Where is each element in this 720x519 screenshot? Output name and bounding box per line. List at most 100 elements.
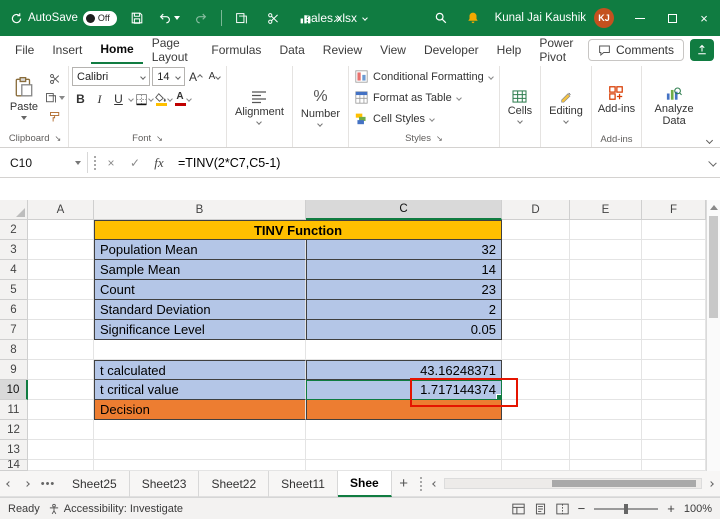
styles-dialog-launcher[interactable]: ↘ bbox=[436, 134, 443, 143]
close-button[interactable]: × bbox=[688, 0, 720, 36]
increase-font-button[interactable]: A bbox=[187, 68, 204, 86]
sheet-tab-sheet23[interactable]: Sheet23 bbox=[130, 471, 200, 497]
quick-access-copy-button[interactable] bbox=[230, 5, 254, 31]
zoom-out-button[interactable]: − bbox=[578, 501, 586, 516]
cancel-entry-button[interactable]: × bbox=[102, 156, 120, 170]
zoom-level[interactable]: 100% bbox=[684, 503, 712, 515]
empty-cell[interactable] bbox=[502, 240, 570, 260]
new-sheet-button[interactable]: + bbox=[392, 471, 416, 497]
menu-tab-developer[interactable]: Developer bbox=[415, 36, 488, 64]
scroll-left-button[interactable] bbox=[428, 482, 442, 486]
empty-cell[interactable] bbox=[502, 460, 570, 471]
column-header-c[interactable]: C bbox=[306, 200, 502, 220]
menu-tab-formulas[interactable]: Formulas bbox=[202, 36, 270, 64]
empty-cell[interactable] bbox=[642, 440, 706, 460]
empty-cell[interactable] bbox=[642, 300, 706, 320]
empty-cell[interactable] bbox=[642, 320, 706, 340]
row-header-13[interactable]: 13 bbox=[0, 440, 28, 460]
empty-cell[interactable] bbox=[502, 280, 570, 300]
column-header-b[interactable]: B bbox=[94, 200, 306, 220]
autosave-toggle[interactable]: AutoSave Off bbox=[10, 11, 117, 26]
bold-button[interactable]: B bbox=[72, 90, 89, 108]
column-header-f[interactable]: F bbox=[642, 200, 706, 220]
row-header-9[interactable]: 9 bbox=[0, 360, 28, 380]
cell-C8[interactable] bbox=[306, 340, 502, 360]
row-header-10[interactable]: 10 bbox=[0, 380, 28, 400]
empty-cell[interactable] bbox=[570, 340, 642, 360]
scroll-up-button[interactable] bbox=[707, 200, 720, 214]
maximize-button[interactable] bbox=[656, 0, 688, 36]
more-sheets-button[interactable]: ••• bbox=[36, 478, 60, 490]
font-name-select[interactable]: Calibri bbox=[72, 67, 150, 86]
cell-C5[interactable]: 23 bbox=[306, 280, 502, 300]
empty-cell[interactable] bbox=[28, 380, 94, 400]
conditional-formatting-button[interactable]: Conditional Formatting bbox=[352, 67, 496, 86]
column-header-a[interactable]: A bbox=[28, 200, 94, 220]
insert-function-button[interactable]: fx bbox=[150, 155, 168, 171]
cell-B6[interactable]: Standard Deviation bbox=[94, 300, 306, 320]
row-header-14[interactable]: 14 bbox=[0, 460, 28, 471]
cell-B7[interactable]: Significance Level bbox=[94, 320, 306, 340]
empty-cell[interactable] bbox=[306, 420, 502, 440]
menu-tab-power-pivot[interactable]: Power Pivot bbox=[530, 36, 588, 64]
cell-styles-button[interactable]: Cell Styles bbox=[352, 109, 496, 128]
cell-C6[interactable]: 2 bbox=[306, 300, 502, 320]
fill-color-button[interactable] bbox=[155, 90, 172, 108]
empty-cell[interactable] bbox=[502, 340, 570, 360]
decrease-font-button[interactable]: A bbox=[206, 68, 223, 86]
empty-cell[interactable] bbox=[28, 300, 94, 320]
horizontal-scroll-track[interactable] bbox=[444, 478, 702, 489]
empty-cell[interactable] bbox=[502, 380, 570, 400]
row-header-11[interactable]: 11 bbox=[0, 400, 28, 420]
empty-cell[interactable] bbox=[502, 400, 570, 420]
redo-button[interactable] bbox=[189, 5, 213, 31]
cell-C11[interactable] bbox=[306, 400, 502, 420]
cell-C3[interactable]: 32 bbox=[306, 240, 502, 260]
number-format-button[interactable]: % Number bbox=[296, 67, 345, 146]
avatar[interactable]: KJ bbox=[594, 8, 614, 28]
save-button[interactable] bbox=[125, 5, 149, 31]
empty-cell[interactable] bbox=[306, 460, 502, 471]
row-header-6[interactable]: 6 bbox=[0, 300, 28, 320]
cell-B11[interactable]: Decision bbox=[94, 400, 306, 420]
cell-B5[interactable]: Count bbox=[94, 280, 306, 300]
tab-area-resize-handle[interactable] bbox=[420, 477, 422, 491]
page-layout-view-icon[interactable] bbox=[534, 503, 547, 515]
analyze-data-button[interactable]: Analyze Data bbox=[645, 67, 703, 146]
horizontal-scroll-thumb[interactable] bbox=[552, 480, 696, 487]
undo-button[interactable] bbox=[157, 5, 181, 31]
borders-button[interactable] bbox=[135, 90, 153, 108]
paste-button[interactable]: Paste bbox=[5, 67, 43, 129]
underline-dropdown-icon[interactable] bbox=[128, 96, 134, 102]
alignment-button[interactable]: Alignment bbox=[230, 67, 289, 146]
empty-cell[interactable] bbox=[502, 420, 570, 440]
notification-button[interactable] bbox=[457, 0, 489, 36]
quick-access-cut-button[interactable] bbox=[262, 5, 286, 31]
cell-C4[interactable]: 14 bbox=[306, 260, 502, 280]
font-dialog-launcher[interactable]: ↘ bbox=[156, 134, 163, 143]
empty-cell[interactable] bbox=[642, 240, 706, 260]
search-button[interactable] bbox=[425, 0, 457, 36]
empty-cell[interactable] bbox=[28, 420, 94, 440]
empty-cell[interactable] bbox=[642, 280, 706, 300]
zoom-in-button[interactable]: + bbox=[667, 501, 675, 516]
empty-cell[interactable] bbox=[570, 260, 642, 280]
empty-cell[interactable] bbox=[570, 220, 642, 240]
font-color-button[interactable]: A bbox=[174, 90, 191, 108]
empty-cell[interactable] bbox=[570, 360, 642, 380]
column-header-d[interactable]: D bbox=[502, 200, 570, 220]
empty-cell[interactable] bbox=[28, 400, 94, 420]
vertical-scrollbar[interactable] bbox=[706, 200, 720, 471]
empty-cell[interactable] bbox=[642, 260, 706, 280]
cells-button[interactable]: Cells bbox=[503, 67, 537, 146]
cut-button[interactable] bbox=[45, 70, 65, 88]
menu-tab-view[interactable]: View bbox=[371, 36, 415, 64]
name-box[interactable]: C10 bbox=[4, 152, 88, 173]
italic-button[interactable]: I bbox=[91, 90, 108, 108]
vertical-scroll-thumb[interactable] bbox=[709, 216, 718, 318]
empty-cell[interactable] bbox=[94, 420, 306, 440]
underline-button[interactable]: U bbox=[110, 90, 127, 108]
normal-view-icon[interactable] bbox=[512, 503, 525, 515]
empty-cell[interactable] bbox=[502, 440, 570, 460]
empty-cell[interactable] bbox=[570, 300, 642, 320]
